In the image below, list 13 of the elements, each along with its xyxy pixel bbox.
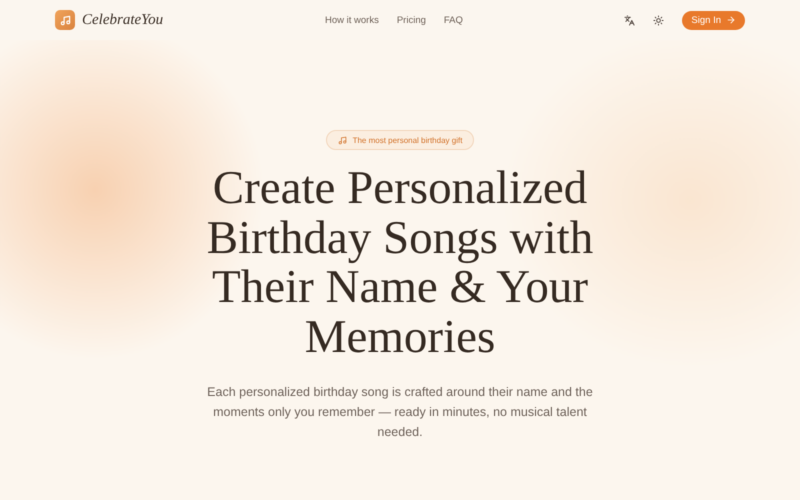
music-note-icon [55,10,75,30]
sun-icon[interactable] [653,14,664,26]
hero-subtitle: Each personalized birthday song is crafted around their name and the moments only you remember — ready in minutes, no musical talent needed. [206,384,594,441]
sign-in-button[interactable]: Sign In [682,10,745,30]
translate-icon[interactable] [624,14,636,26]
nav-link[interactable]: Pricing [396,14,426,26]
hero-title: Create Personalized Birthday Songs with Their Name & Your Memories [206,164,594,362]
arrow-right-icon [726,15,736,25]
music-note-icon [338,136,347,144]
tagline-badge: The most personal birthday gift [326,130,474,150]
brand-name: CelebrateYou [82,12,164,28]
nav-link[interactable]: FAQ [444,14,463,26]
nav-link[interactable]: How it works [325,14,379,26]
